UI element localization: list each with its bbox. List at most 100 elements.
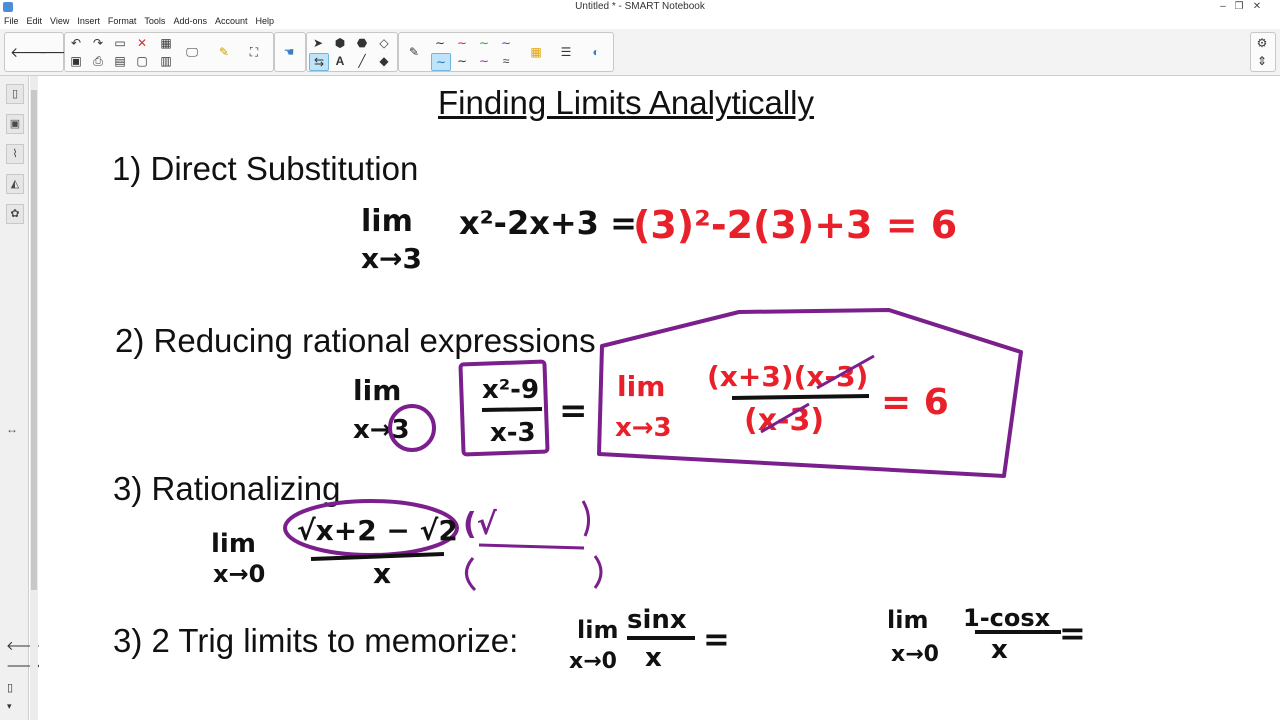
s2-fraction-bar xyxy=(481,407,543,412)
s4-eq2: = xyxy=(1059,614,1086,652)
line-icon[interactable]: ╱ xyxy=(353,53,371,69)
s3-paren: (√ xyxy=(463,507,498,542)
menu-format[interactable]: Format xyxy=(104,15,141,26)
s2-sub: x→3 xyxy=(353,415,410,445)
pen-group: ✎ ∼ ∼ ∼ ∼ ∼ ∼ ∼ ≈ ▦ ☰ ◐ xyxy=(398,32,614,72)
menu-insert[interactable]: Insert xyxy=(73,15,104,26)
menu-file[interactable]: File xyxy=(0,15,23,26)
pen-blue-icon[interactable]: ∼ xyxy=(497,35,515,51)
paste-icon[interactable]: ▭ xyxy=(111,35,129,51)
settings-icon[interactable]: ⚙ xyxy=(1253,35,1271,51)
s2-red-lim: lim xyxy=(617,370,665,403)
nav-group: 🡐 🡒 xyxy=(4,32,77,72)
s2-equals: = xyxy=(559,391,588,431)
save-icon[interactable]: ▤ xyxy=(111,53,129,69)
notebook-page[interactable]: Finding Limits Analytically 1) Direct Su… xyxy=(39,76,1280,720)
s3-lim: lim xyxy=(211,529,256,559)
pen-green-icon[interactable]: ∼ xyxy=(475,35,493,51)
s3-den: x xyxy=(373,557,391,590)
handwriting-layer: lim x→3 x²-2x+3 = (3)²-2(3)+3 = 6 lim x→… xyxy=(211,203,1086,674)
back-arrow-icon[interactable]: 🡐 xyxy=(10,44,48,60)
screen-shade-icon[interactable]: 🖵 xyxy=(183,44,201,60)
forward-arrow-icon[interactable]: 🡒 xyxy=(39,44,77,60)
restore-icon[interactable]: ❐ xyxy=(1230,0,1248,14)
shapes-icon[interactable]: ⬢ xyxy=(331,35,349,51)
vertical-scrollbar[interactable] xyxy=(30,76,38,720)
s2-num: x²-9 xyxy=(482,375,539,405)
eraser-top-icon[interactable]: ◇ xyxy=(375,35,393,51)
pen-red-icon[interactable]: ∼ xyxy=(453,35,471,51)
settings-group: ⚙ ⇕ xyxy=(1250,32,1276,72)
gallery-icon[interactable]: ▣ xyxy=(6,114,24,134)
s3-num: √x+2 − √2 xyxy=(297,514,458,547)
s4-num2: 1-cosx xyxy=(963,604,1051,632)
menu-view[interactable]: View xyxy=(46,15,73,26)
resize-handle-icon[interactable]: ↔ xyxy=(6,422,18,436)
addon-group: ☚ xyxy=(274,32,306,72)
select-icon[interactable]: ➤ xyxy=(309,35,327,51)
s1-lim: lim xyxy=(361,204,413,239)
s4-den2: x xyxy=(991,635,1008,665)
s2-red-fraction-bar xyxy=(731,394,870,400)
menu-help[interactable]: Help xyxy=(252,15,279,26)
document-camera-icon[interactable]: ⛶ xyxy=(245,44,263,60)
s1-result: (3)²-2(3)+3 = 6 xyxy=(633,203,957,247)
attachments-icon[interactable]: ⌇ xyxy=(6,144,24,164)
sidebar-down-icon[interactable]: ▾ xyxy=(7,701,12,712)
s4-num1: sinx xyxy=(627,605,687,635)
sidebar-page-icon[interactable]: ▯ xyxy=(7,681,13,694)
s1-expr: x²-2x+3 = xyxy=(459,204,637,242)
sidebar: ▯ ▣ ⌇ ◭ ✿ ↔ 🡐 🡒 ▯ ▾ xyxy=(0,76,41,720)
text-icon[interactable]: A xyxy=(331,53,349,69)
table-icon[interactable]: ▦ xyxy=(157,35,175,51)
edit-group: ↶ ↷ ▭ ✕ ▦ ▣ ⎙ ▤ ▢ ▥ 🖵 ✎ ⛶ xyxy=(64,32,274,72)
addons-tab-icon[interactable]: ✿ xyxy=(6,204,24,224)
tool-icon[interactable]: ⇆ xyxy=(309,53,329,71)
s3-fraction-bar-purple xyxy=(478,543,585,550)
s4-sub1: x→0 xyxy=(569,649,617,674)
s2-red-sub: x→3 xyxy=(615,413,672,443)
eraser-icon[interactable]: ◆ xyxy=(375,53,393,69)
grid-icon[interactable]: ▦ xyxy=(527,44,545,60)
s4-lim2: lim xyxy=(887,606,928,634)
close-icon[interactable]: ✕ xyxy=(1248,0,1266,14)
s3-paren-lower-open-mark xyxy=(465,557,477,592)
properties-icon[interactable]: ◐ xyxy=(587,44,605,60)
properties-tab-icon[interactable]: ◭ xyxy=(6,174,24,194)
menu-bar: File Edit View Insert Format Tools Add-ons Acco… xyxy=(0,15,1280,29)
pen-icon[interactable]: ✎ xyxy=(405,44,423,60)
page-icon[interactable]: ▥ xyxy=(157,53,175,69)
fill-icon[interactable]: ⬣ xyxy=(353,35,371,51)
pen-purple-icon[interactable]: ∼ xyxy=(475,53,493,69)
toolbar: 🡐 🡒 ↶ ↷ ▭ ✕ ▦ ▣ ⎙ ▤ ▢ ▥ 🖵 ✎ ⛶ ☚ ➤ ⬢ ⬣ ◇ … xyxy=(0,29,1280,76)
fullscreen-icon[interactable]: ▢ xyxy=(133,53,151,69)
delete-icon[interactable]: ✕ xyxy=(133,35,151,51)
redo-icon[interactable]: ↷ xyxy=(89,35,107,51)
capture-icon[interactable]: ✎ xyxy=(215,44,233,60)
pen-active-icon[interactable]: ∼ xyxy=(431,53,451,71)
s2-red-num: (x+3)(x-3) xyxy=(707,360,868,393)
menu-account[interactable]: Account xyxy=(211,15,252,26)
open-icon[interactable]: ▣ xyxy=(67,53,85,69)
s3-paren-lower-close-mark xyxy=(593,555,603,589)
menu-addons[interactable]: Add-ons xyxy=(169,15,211,26)
pen-gray-icon[interactable]: ∼ xyxy=(453,53,471,69)
print-icon[interactable]: ⎙ xyxy=(89,53,107,69)
s1-sub: x→3 xyxy=(361,242,422,275)
scrollbar-thumb[interactable] xyxy=(31,90,37,590)
undo-icon[interactable]: ↶ xyxy=(67,35,85,51)
s2-lim: lim xyxy=(353,374,401,407)
s3-sub: x→0 xyxy=(213,560,265,588)
pen-black-icon[interactable]: ∼ xyxy=(431,35,449,51)
s2-red-result: = 6 xyxy=(881,382,949,423)
pen-dash-icon[interactable]: ≈ xyxy=(497,53,515,69)
s4-lim1: lim xyxy=(577,616,618,644)
page-sorter-icon[interactable]: ▯ xyxy=(6,84,24,104)
menu-edit[interactable]: Edit xyxy=(23,15,47,26)
hand-icon[interactable]: ☚ xyxy=(280,44,298,60)
window-titlebar: Untitled * - SMART Notebook – ❐ ✕ xyxy=(0,0,1280,16)
menu-tools[interactable]: Tools xyxy=(140,15,169,26)
toolbar-toggle-icon[interactable]: ⇕ xyxy=(1253,53,1271,69)
lines-icon[interactable]: ☰ xyxy=(557,44,575,60)
select-group: ➤ ⬢ ⬣ ◇ ⇆ A ╱ ◆ xyxy=(306,32,398,72)
